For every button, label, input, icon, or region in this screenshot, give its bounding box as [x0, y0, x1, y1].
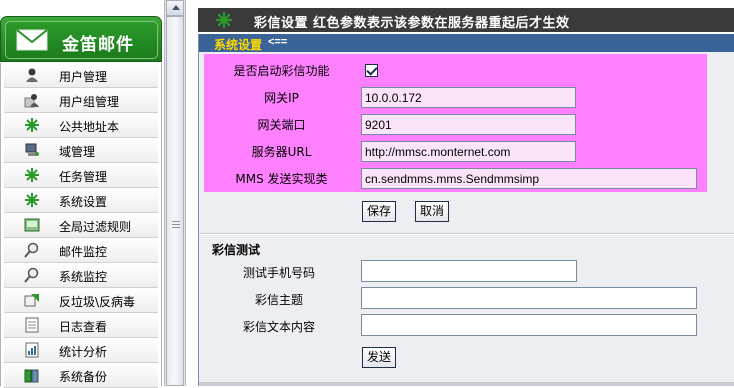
scroll-up-arrow-icon[interactable]: [166, 0, 184, 16]
settings-icon: [216, 12, 232, 28]
domain-icon: [25, 143, 39, 156]
gateway-port-row: 网关端口 9201: [204, 110, 707, 137]
mms-subject-label: 彩信主题: [254, 293, 303, 307]
sidebar-item-label: 用户管理: [59, 70, 108, 84]
sidebar-item-label: 全局过滤规则: [59, 220, 132, 234]
sidebar-item-label: 反垃圾\反病毒: [59, 295, 136, 309]
mms-class-label: MMS 发送实现类: [235, 172, 328, 186]
sidebar-item-label: 系统备份: [59, 370, 108, 384]
sidebar-item-user-management[interactable]: 用户管理: [4, 63, 158, 88]
sidebar-item-system-settings[interactable]: 系统设置: [4, 188, 158, 213]
sidebar-item-antispam-antivirus[interactable]: 反垃圾\反病毒: [4, 288, 158, 313]
mms-body-label: 彩信文本内容: [242, 320, 315, 334]
sidebar-item-statistics[interactable]: 统计分析: [4, 338, 158, 363]
gateway-ip-row: 网关IP 10.0.0.172: [204, 83, 707, 110]
section-header: 系统设置 <==: [199, 34, 734, 52]
logo-panel: 金笛邮件: [0, 16, 162, 62]
sidebar-item-label: 统计分析: [59, 345, 108, 359]
settings-icon: [25, 193, 39, 207]
sidebar-item-label: 任务管理: [59, 170, 108, 184]
sidebar-item-user-group-management[interactable]: 用户组管理: [4, 88, 158, 113]
sidebar-item-mail-monitor[interactable]: 邮件监控: [4, 238, 158, 263]
sidebar-item-label: 公共地址本: [59, 120, 120, 134]
sidebar-item-label: 日志查看: [59, 320, 108, 334]
main-panel: 彩信设置 红色参数表示该参数在服务器重起后才生效 系统设置 <== 是否启动彩信…: [198, 0, 734, 386]
server-url-label: 服务器URL: [251, 145, 312, 159]
sidebar-item-label: 系统设置: [59, 195, 108, 209]
gateway-port-input[interactable]: 9201: [361, 114, 576, 135]
gateway-port-label: 网关端口: [257, 118, 306, 132]
save-button[interactable]: 保存: [362, 201, 397, 222]
sidebar-item-label: 域管理: [59, 145, 96, 159]
mail-envelope-icon: [16, 29, 48, 51]
server-url-input[interactable]: http://mmsc.monternet.com: [361, 141, 576, 162]
sidebar-item-public-address-book[interactable]: 公共地址本: [4, 113, 158, 138]
user-icon: [26, 68, 38, 82]
sidebar: 金笛邮件 用户管理 用户组管理 公共地址本 域管理 任务管理 系统设置 全局过滤…: [0, 0, 163, 388]
sidebar-item-system-backup[interactable]: 系统备份: [4, 363, 158, 388]
scroll-grip-icon: [172, 221, 180, 229]
enable-mms-row: 是否启动彩信功能: [204, 56, 707, 83]
user-group-icon: [24, 94, 39, 108]
sidebar-scrollbar[interactable]: [164, 0, 186, 386]
sidebar-item-log-view[interactable]: 日志查看: [4, 313, 158, 338]
gateway-ip-label: 网关IP: [264, 91, 299, 105]
enable-mms-checkbox[interactable]: [365, 64, 378, 77]
mms-body-input[interactable]: [361, 314, 697, 336]
antispam-icon: [24, 294, 39, 307]
sidebar-menu: 用户管理 用户组管理 公共地址本 域管理 任务管理 系统设置 全局过滤规则 邮件…: [0, 63, 162, 388]
sidebar-item-task-management[interactable]: 任务管理: [4, 163, 158, 188]
bottom-border: [199, 382, 734, 386]
mms-class-row: MMS 发送实现类 cn.sendmms.mms.Sendmmsimp: [204, 164, 707, 191]
address-book-icon: [25, 118, 39, 132]
sidebar-item-label: 用户组管理: [59, 95, 120, 109]
scroll-thumb[interactable]: [166, 16, 184, 386]
cancel-button[interactable]: 取消: [415, 201, 450, 222]
mail-monitor-icon: [24, 242, 39, 258]
mms-test-title: 彩信测试: [212, 243, 261, 257]
task-icon: [25, 168, 39, 182]
content-area: 系统设置 <== 是否启动彩信功能 网关IP 10.0.0.172 网关端口 9…: [198, 34, 734, 386]
section-title: 系统设置: [214, 38, 263, 52]
send-button[interactable]: 发送: [362, 347, 397, 368]
mms-settings-panel: 是否启动彩信功能 网关IP 10.0.0.172 网关端口 9201 服务器UR…: [204, 54, 707, 192]
backup-icon: [24, 369, 39, 383]
page-title: 彩信设置 红色参数表示该参数在服务器重起后才生效: [254, 16, 570, 31]
section-divider: [199, 233, 734, 235]
enable-mms-label: 是否启动彩信功能: [233, 64, 330, 78]
sidebar-item-domain-management[interactable]: 域管理: [4, 138, 158, 163]
sidebar-item-global-filter-rules[interactable]: 全局过滤规则: [4, 213, 158, 238]
logo-inner: 金笛邮件: [5, 21, 158, 59]
gateway-ip-input[interactable]: 10.0.0.172: [361, 87, 576, 108]
system-monitor-icon: [24, 267, 39, 283]
sidebar-item-label: 邮件监控: [59, 245, 108, 259]
filter-icon: [24, 218, 40, 232]
sidebar-item-label: 系统监控: [59, 270, 108, 284]
mms-class-input[interactable]: cn.sendmms.mms.Sendmmsimp: [361, 168, 697, 189]
mms-subject-input[interactable]: [361, 287, 697, 309]
stats-icon: [25, 342, 39, 358]
log-icon: [25, 317, 39, 333]
logo-text: 金笛邮件: [62, 35, 134, 55]
server-url-row: 服务器URL http://mmsc.monternet.com: [204, 137, 707, 164]
sidebar-item-system-monitor[interactable]: 系统监控: [4, 263, 158, 288]
test-phone-input[interactable]: [361, 260, 577, 282]
page-header: 彩信设置 红色参数表示该参数在服务器重起后才生效: [198, 8, 734, 32]
section-arrow: <==: [268, 36, 288, 48]
test-phone-label: 测试手机号码: [242, 266, 315, 280]
